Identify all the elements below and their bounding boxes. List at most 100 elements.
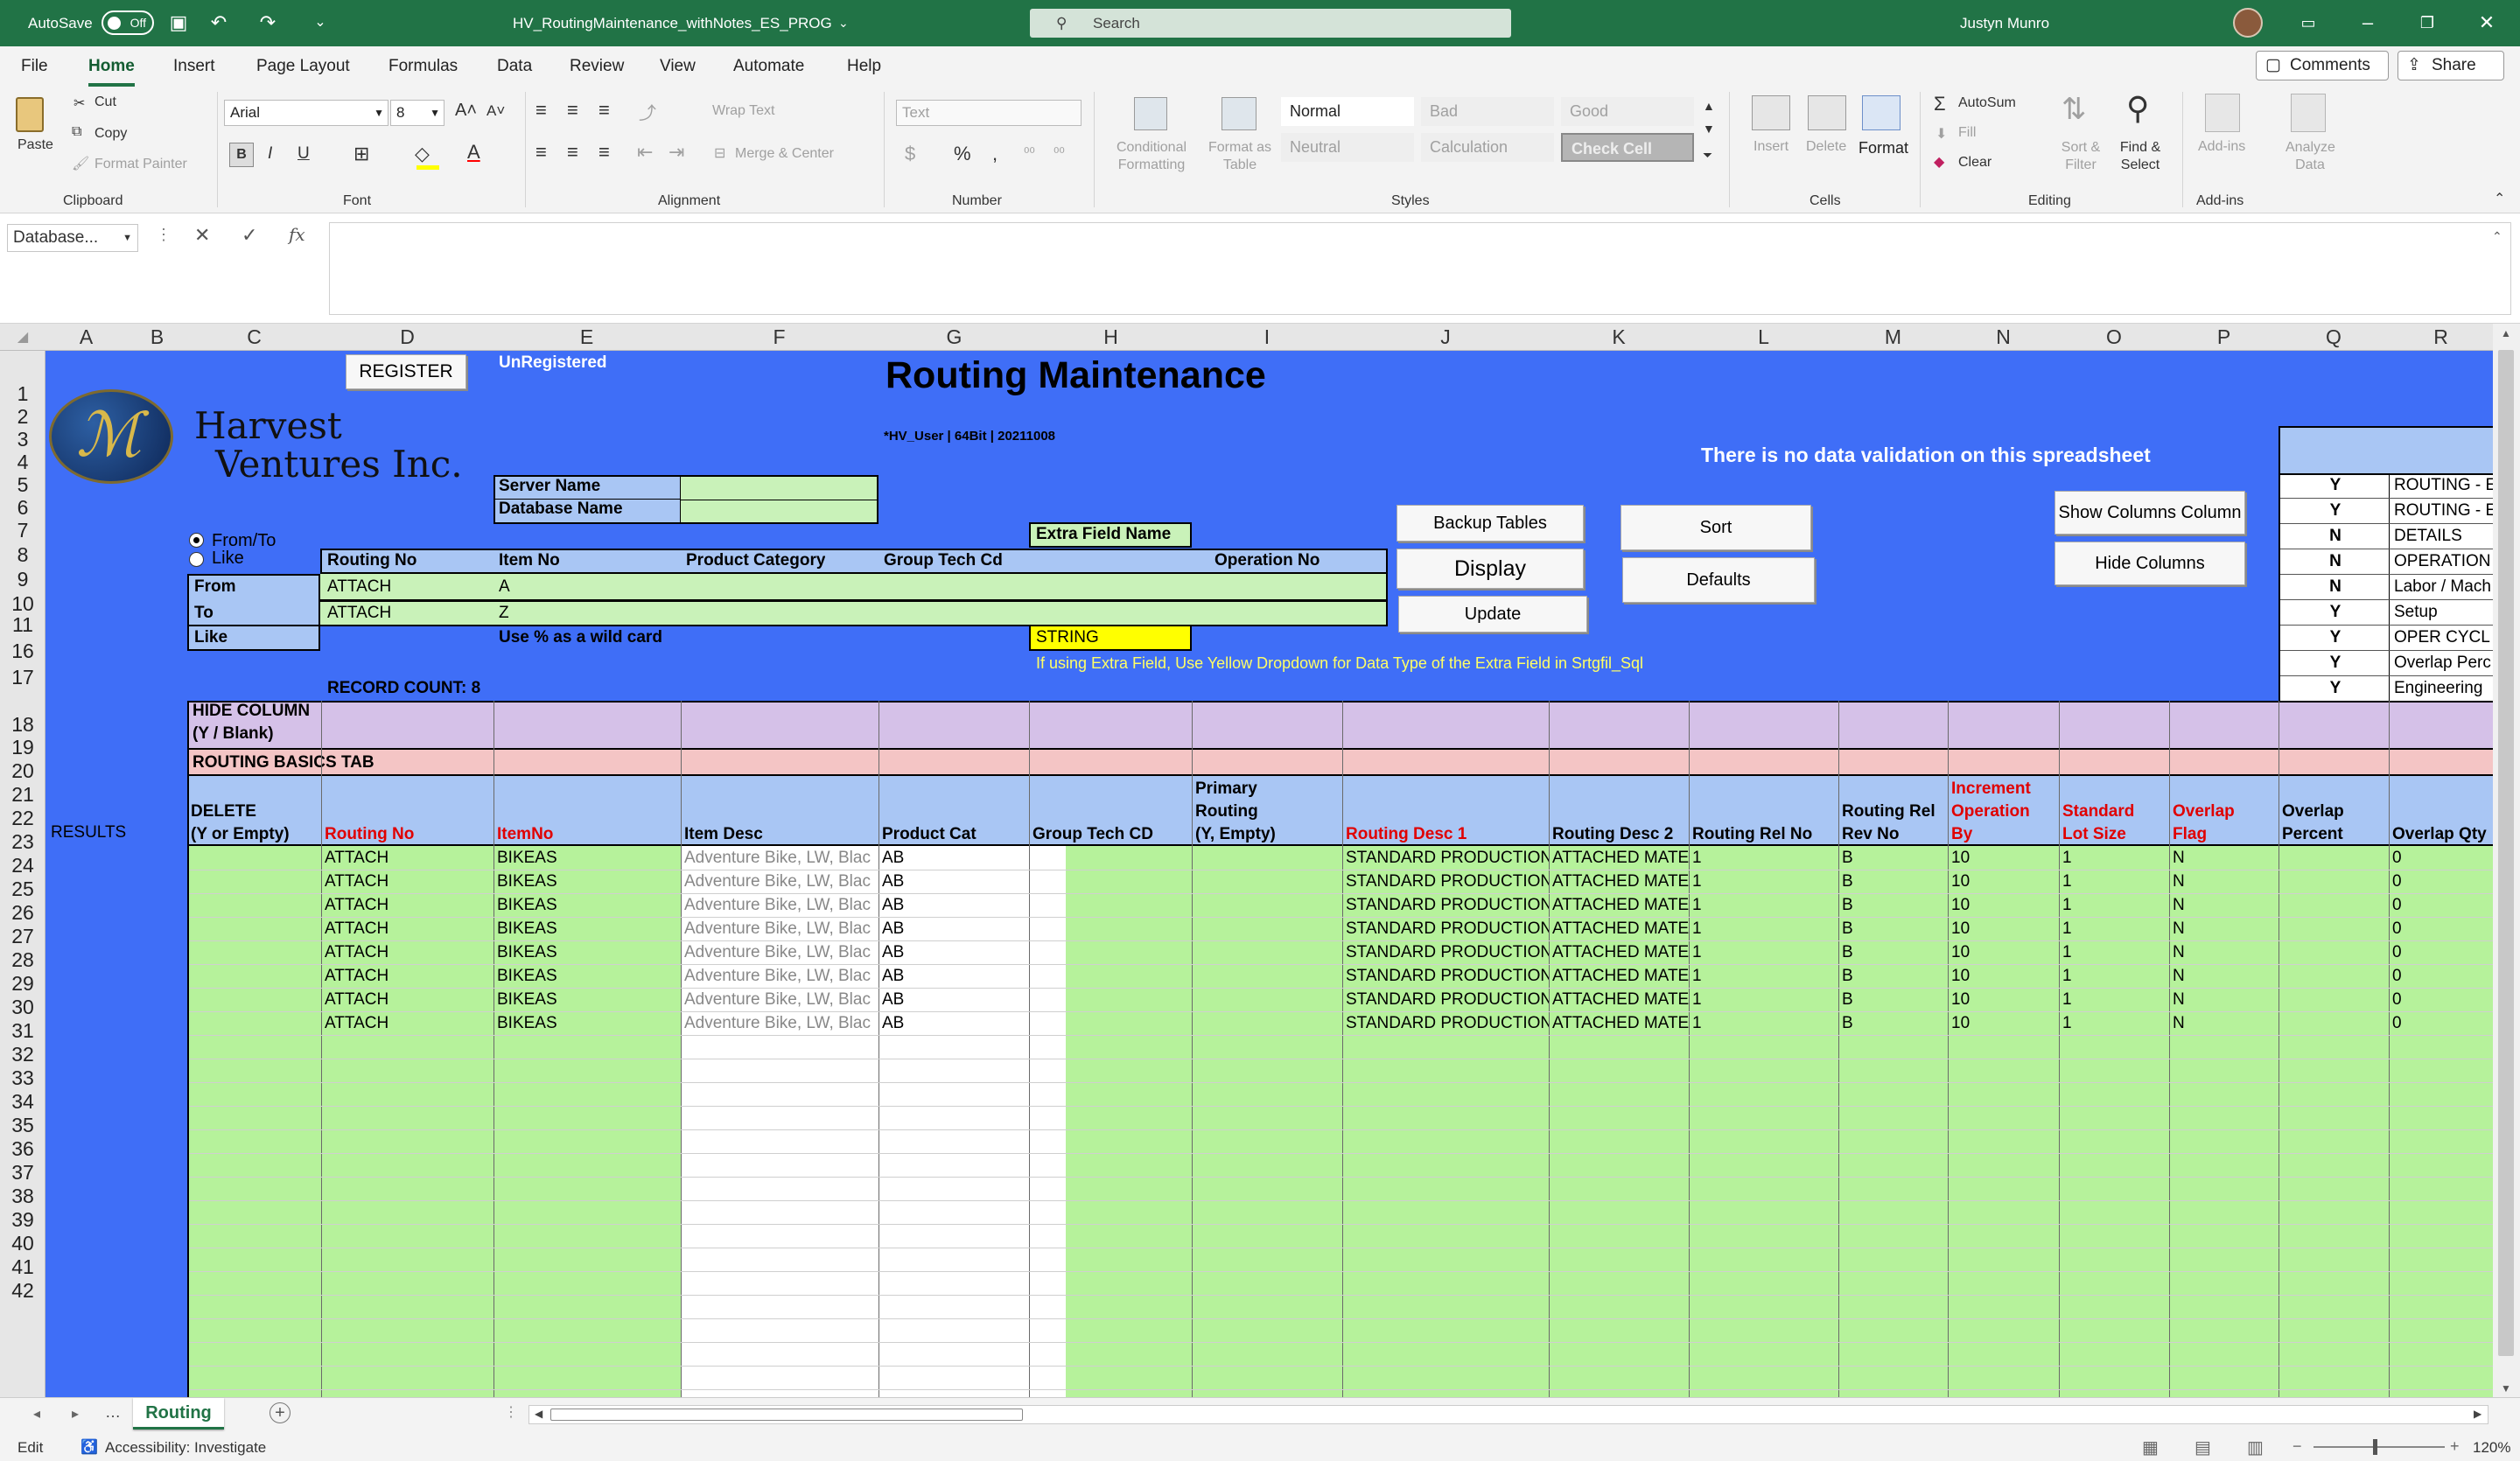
row-header[interactable]: 26 (0, 901, 46, 925)
result-cell[interactable]: ATTACHED MATE (1549, 917, 1689, 940)
hide-columns-button[interactable]: Hide Columns (2054, 542, 2245, 585)
result-cell[interactable]: 10 (1948, 846, 2059, 870)
result-cell[interactable]: 10 (1948, 964, 2059, 988)
column-flag-value[interactable]: N (2303, 549, 2364, 573)
scroll-down-icon[interactable]: ▼ (2501, 1382, 2511, 1395)
style-calculation[interactable]: Calculation (1421, 133, 1554, 162)
style-bad[interactable]: Bad (1421, 97, 1554, 126)
result-cell[interactable]: 1 (2059, 917, 2169, 940)
column-header[interactable]: M (1838, 324, 1948, 351)
result-cell[interactable]: BIKEAS (494, 893, 680, 917)
analyze-data-button[interactable]: Analyze Data (2286, 139, 2335, 174)
column-header[interactable]: P (2169, 324, 2278, 351)
result-cell[interactable]: 0 (2389, 846, 2493, 870)
result-cell[interactable]: 1 (2059, 964, 2169, 988)
result-cell[interactable]: Adventure Bike, LW, Blac (681, 1011, 878, 1035)
result-cell[interactable]: N (2169, 846, 2278, 870)
row-header[interactable]: 8 (0, 543, 46, 567)
result-cell[interactable]: 1 (1689, 870, 1838, 893)
conditional-formatting-button[interactable]: Conditional Formatting (1110, 139, 1194, 174)
cut-icon[interactable]: ✂ (74, 94, 85, 112)
result-cell[interactable]: 1 (2059, 846, 2169, 870)
result-cell[interactable]: ATTACHED MATE (1549, 988, 1689, 1011)
borders-icon[interactable]: ⊞ (354, 143, 369, 165)
tab-view[interactable]: View (660, 46, 696, 87)
result-cell[interactable]: 0 (2389, 870, 2493, 893)
result-cell[interactable]: 1 (1689, 988, 1838, 1011)
tab-splitter-icon[interactable]: ⋮ (504, 1403, 518, 1421)
column-flag-value[interactable]: N (2303, 575, 2364, 598)
result-cell[interactable]: STANDARD PRODUCTION (1342, 893, 1549, 917)
result-cell[interactable]: STANDARD PRODUCTION (1342, 988, 1549, 1011)
row-header[interactable]: 3 (0, 428, 46, 451)
result-cell[interactable]: N (2169, 917, 2278, 940)
tab-review[interactable]: Review (570, 46, 624, 87)
row-header[interactable]: 34 (0, 1090, 46, 1114)
result-cell[interactable]: ATTACH (321, 964, 494, 988)
result-cell[interactable]: 1 (2059, 988, 2169, 1011)
analyze-data-icon[interactable] (2291, 94, 2326, 132)
row-header[interactable]: 10 (0, 592, 46, 616)
result-cell[interactable]: 0 (2389, 988, 2493, 1011)
result-cell[interactable]: AB (878, 893, 1029, 917)
row-header[interactable]: 40 (0, 1232, 46, 1255)
row-header[interactable]: 5 (0, 473, 46, 497)
enter-icon[interactable]: ✓ (242, 224, 257, 247)
column-header[interactable]: R (2389, 324, 2493, 351)
result-cell[interactable]: N (2169, 1011, 2278, 1035)
results-column-header[interactable]: Routing Desc 1 (1342, 776, 1549, 846)
add-ins-button[interactable]: Add-ins (2198, 139, 2245, 155)
copy-icon[interactable]: ⧉ (72, 124, 81, 140)
tab-home[interactable]: Home (88, 46, 135, 87)
fill-icon[interactable]: ⬇ (1936, 125, 1947, 143)
result-cell[interactable]: STANDARD PRODUCTION (1342, 917, 1549, 940)
worksheet-grid[interactable]: REGISTER UnRegistered Routing Maintenanc… (46, 351, 2493, 1397)
result-cell[interactable]: B (1838, 988, 1948, 1011)
result-cell[interactable]: STANDARD PRODUCTION (1342, 870, 1549, 893)
result-cell[interactable]: 10 (1948, 988, 2059, 1011)
function-icon[interactable]: fx (289, 224, 305, 245)
result-cell[interactable]: Adventure Bike, LW, Blac (681, 893, 878, 917)
result-cell[interactable]: 10 (1948, 1011, 2059, 1035)
format-cells-button[interactable]: Format (1858, 139, 1908, 157)
wrap-text-button[interactable]: Wrap Text (712, 103, 774, 119)
conditional-formatting-icon[interactable] (1134, 97, 1167, 130)
result-cell[interactable]: 1 (1689, 846, 1838, 870)
defaults-button[interactable]: Defaults (1622, 557, 1815, 603)
collapse-ribbon-icon[interactable]: ⌃ (2494, 190, 2505, 207)
row-header[interactable]: 2 (0, 405, 46, 429)
scroll-up-icon[interactable]: ▲ (2501, 327, 2511, 339)
column-header[interactable]: J (1342, 324, 1549, 351)
display-button[interactable]: Display (1396, 549, 1584, 589)
results-column-header[interactable]: Product Cat (878, 776, 1029, 846)
row-header[interactable]: 6 (0, 496, 46, 520)
result-cell[interactable]: BIKEAS (494, 846, 680, 870)
increase-font-icon[interactable]: A˄ (455, 101, 477, 121)
results-column-header[interactable]: Group Tech CD (1029, 776, 1192, 846)
align-right-icon[interactable]: ≡ (598, 141, 610, 164)
column-header[interactable]: N (1948, 324, 2059, 351)
results-column-header[interactable]: DELETE (Y or Empty) (187, 776, 321, 846)
result-cell[interactable]: 1 (2059, 893, 2169, 917)
row-header[interactable]: 35 (0, 1114, 46, 1137)
add-ins-icon[interactable] (2205, 94, 2240, 132)
result-cell[interactable]: AB (878, 846, 1029, 870)
search-input[interactable]: ⚲ Search (1030, 9, 1511, 38)
bold-button[interactable]: B (229, 143, 254, 167)
sheet-tab-routing[interactable]: Routing (133, 1398, 224, 1430)
row-header[interactable]: 1 (0, 382, 46, 406)
result-cell[interactable]: BIKEAS (494, 988, 680, 1011)
row-header[interactable]: 38 (0, 1185, 46, 1208)
italic-button[interactable]: I (268, 144, 272, 164)
row-header[interactable]: 23 (0, 830, 46, 854)
row-header[interactable]: 39 (0, 1208, 46, 1232)
autosave-toggle[interactable]: Off (102, 10, 154, 35)
comma-button[interactable]: , (992, 143, 998, 165)
format-as-table-icon[interactable] (1222, 97, 1256, 130)
row-header[interactable]: 16 (0, 640, 46, 663)
font-color-icon[interactable]: A (467, 141, 480, 164)
sort-button[interactable]: Sort (1620, 505, 1811, 550)
paste-button[interactable]: Paste (18, 137, 53, 153)
format-as-table-button[interactable]: Format as Table (1206, 139, 1274, 174)
result-cell[interactable]: ATTACHED MATE (1549, 964, 1689, 988)
